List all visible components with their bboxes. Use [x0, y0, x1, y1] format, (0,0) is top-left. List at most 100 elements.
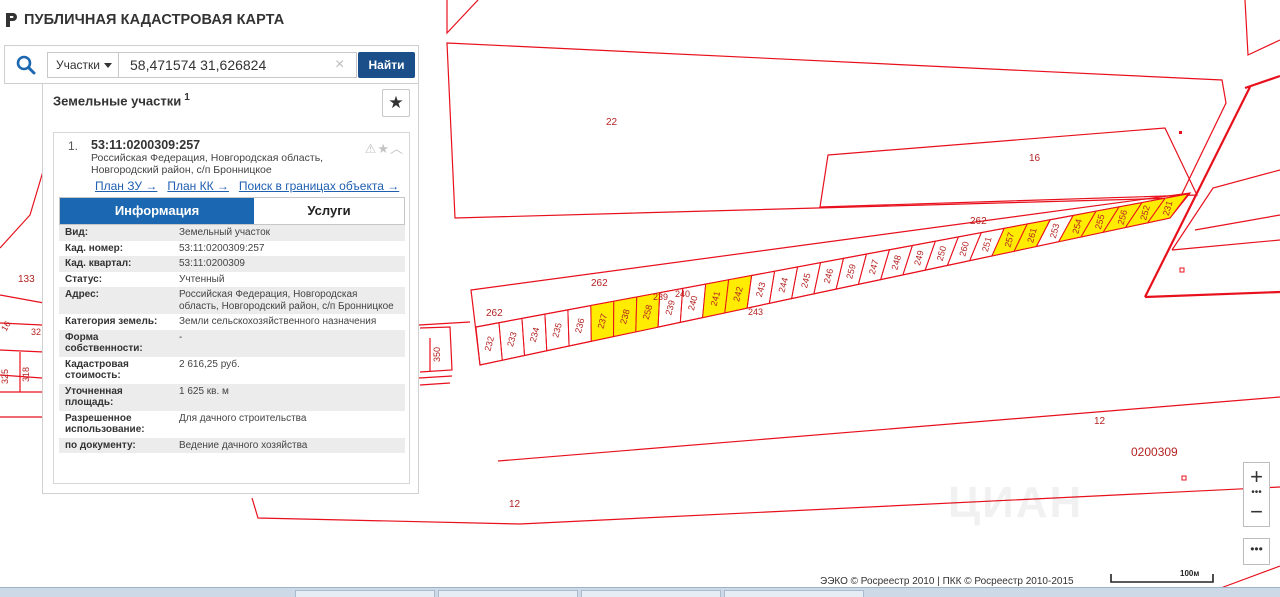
map-attribution: ЭЭКО © Росреестр 2010 | ПКК © Росреестр … — [820, 576, 1074, 587]
search-input[interactable]: 58,471574 31,626824 — [119, 52, 357, 78]
search-type-select[interactable]: Участки — [47, 52, 119, 78]
info-value[interactable]: 53:11:0200309 — [173, 256, 405, 272]
plot-label: 234 — [528, 326, 542, 343]
plot-label: 249 — [912, 249, 926, 266]
label-318: 318 — [21, 367, 31, 382]
plot-label: 235 — [550, 322, 564, 339]
info-value: Ведение дачного хозяйства — [173, 437, 405, 453]
info-row: Статус: Учтенный — [59, 272, 405, 288]
info-row: Уточненная площадь: 1 625 кв. м — [59, 383, 405, 411]
info-value: Земельный участок — [173, 225, 405, 241]
info-row: по документу: Ведение дачного хозяйства — [59, 437, 405, 453]
label-22: 22 — [606, 117, 618, 128]
parcel-top-boundary — [446, 0, 479, 35]
watermark: ЦИАН — [948, 478, 1084, 527]
favorite-button[interactable]: ★ — [382, 89, 410, 117]
label-239-top: 239 — [653, 292, 668, 302]
tab-services[interactable]: Услуги — [254, 198, 404, 224]
info-key: Уточненная площадь: — [59, 383, 173, 411]
plan-zu-link[interactable]: План ЗУ → — [95, 179, 157, 193]
plan-kk-link[interactable]: План КК → — [167, 179, 229, 193]
result-count: 1 — [184, 92, 190, 103]
label-quarter: 0200309 — [1131, 445, 1178, 459]
label-32: 32 — [31, 327, 41, 337]
scale-label: 100м — [1180, 569, 1200, 578]
results-panel: Земельные участки 1 ★ 1. 53:11:0200309:25… — [42, 84, 419, 494]
info-row: Категория земель: Земли сельскохозяйствен… — [59, 314, 405, 330]
label-262-b: 262 — [591, 278, 608, 289]
right-parcel-boundary — [1144, 74, 1280, 299]
info-key: Форма собственности: — [59, 329, 173, 357]
result-card[interactable]: 1. 53:11:0200309:257 ⚠★︿ Российская Феде… — [53, 132, 410, 484]
clear-icon[interactable]: × — [335, 56, 344, 74]
label-262-c: 262 — [486, 308, 503, 319]
plot-label: 243 — [754, 281, 768, 298]
point-marker — [1179, 267, 1185, 273]
plot-label: 260 — [957, 240, 971, 257]
label-240-top: 240 — [675, 289, 690, 299]
point-marker — [1181, 475, 1187, 481]
label-325: 325 — [0, 369, 10, 384]
info-key: Кад. квартал: — [59, 256, 173, 272]
tab-information[interactable]: Информация — [60, 198, 254, 224]
parcel-top-right-boundary — [1244, 0, 1280, 56]
info-value: Земли сельскохозяйственного назначения — [179, 316, 377, 327]
result-links: План ЗУ → План КК → Поиск в границах объек… — [95, 179, 409, 193]
info-row: Адрес: Российская Федерация, Новгородская… — [59, 287, 405, 314]
label-262-a: 262 — [970, 216, 987, 227]
label-243-right: 243 — [748, 307, 763, 317]
plot-label: 246 — [822, 267, 836, 284]
plot-label: 259 — [844, 263, 858, 280]
plot-label: 247 — [867, 258, 881, 275]
info-value[interactable]: 53:11:0200309:257 — [173, 241, 405, 257]
result-index: 1. — [68, 139, 79, 153]
chevron-down-icon — [104, 63, 112, 69]
search-type-label: Участки — [56, 58, 100, 72]
plot-label: 236 — [573, 317, 587, 334]
label-12-b: 12 — [509, 499, 521, 510]
info-row: Вид: Земельный участок — [59, 225, 405, 241]
zoom-level-dots: ••• — [1251, 487, 1262, 498]
info-row: Форма собственности: - — [59, 329, 405, 357]
point-marker — [1179, 131, 1182, 134]
result-cad-number[interactable]: 53:11:0200309:257 — [91, 138, 200, 152]
info-row: Кад. квартал: 53:11:0200309 — [59, 256, 405, 272]
plot-label: 244 — [776, 276, 790, 293]
info-key: Адрес: — [59, 287, 173, 314]
find-button[interactable]: Найти — [358, 52, 415, 78]
zoom-control: + ••• − — [1243, 462, 1270, 527]
search-icon[interactable] — [15, 54, 37, 76]
plot-label: 248 — [890, 254, 904, 271]
parcel-22-boundary — [446, 42, 1227, 219]
panel-title: Земельные участки 1 — [53, 92, 190, 109]
info-tabs: Информация Услуги — [59, 197, 405, 225]
zoom-in-button[interactable]: + — [1244, 463, 1269, 490]
search-in-bounds-link[interactable]: Поиск в границах объекта → — [239, 179, 399, 193]
info-row: Разрешенное использование: Для дачного ст… — [59, 411, 405, 438]
rosreestr-logo-icon — [6, 13, 17, 27]
result-address: Российская Федерация, Новгородская облас… — [91, 152, 324, 176]
plot-label: 245 — [799, 272, 813, 289]
star-icon: ★ — [388, 93, 404, 112]
info-key: Кад. номер: — [65, 242, 124, 254]
info-table: Вид: Земельный участок Кад. номер: 53:11:02… — [59, 225, 405, 453]
label-350: 350 — [432, 347, 442, 362]
chevron-up-icon[interactable]: ︿ — [390, 141, 404, 156]
star-icon[interactable]: ★ — [377, 141, 390, 156]
zoom-out-button[interactable]: − — [1244, 499, 1269, 526]
app-header: ПУБЛИЧНАЯ КАДАСТРОВАЯ КАРТА — [4, 12, 284, 28]
app-title: ПУБЛИЧНАЯ КАДАСТРОВАЯ КАРТА — [24, 12, 285, 28]
card-actions: ⚠★︿ — [365, 138, 404, 157]
info-key: Вид: — [59, 225, 173, 241]
left-road — [418, 321, 471, 379]
info-key: Статус: — [65, 273, 103, 285]
plot-label: 232 — [483, 335, 497, 352]
info-row: Кадастровая стоимость: 2 616,25 руб. — [59, 357, 405, 384]
more-tools-button[interactable]: ••• — [1243, 538, 1270, 565]
info-key: Категория земель: — [65, 316, 158, 327]
parcel-16-boundary — [819, 127, 1198, 208]
info-value: Российская Федерация, Новгородская облас… — [173, 287, 405, 314]
label-12-a: 12 — [1094, 416, 1106, 427]
warning-icon[interactable]: ⚠ — [365, 141, 378, 156]
plot-label: 251 — [980, 236, 994, 253]
